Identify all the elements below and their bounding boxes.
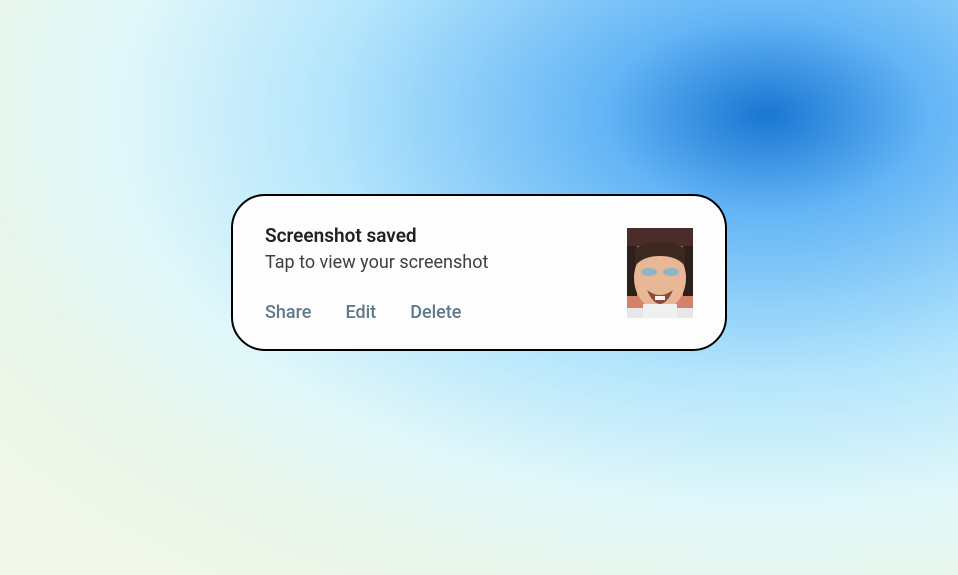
- notification-subtitle: Tap to view your screenshot: [265, 251, 609, 274]
- notification-actions-row: Share Edit Delete: [265, 302, 609, 323]
- share-button[interactable]: Share: [265, 302, 311, 323]
- notification-title: Screenshot saved: [265, 224, 609, 249]
- notification-content: Screenshot saved Tap to view your screen…: [265, 224, 609, 323]
- edit-button[interactable]: Edit: [345, 302, 376, 323]
- screenshot-thumbnail[interactable]: [627, 228, 693, 318]
- delete-button[interactable]: Delete: [410, 302, 461, 323]
- screenshot-notification-card[interactable]: Screenshot saved Tap to view your screen…: [231, 194, 727, 351]
